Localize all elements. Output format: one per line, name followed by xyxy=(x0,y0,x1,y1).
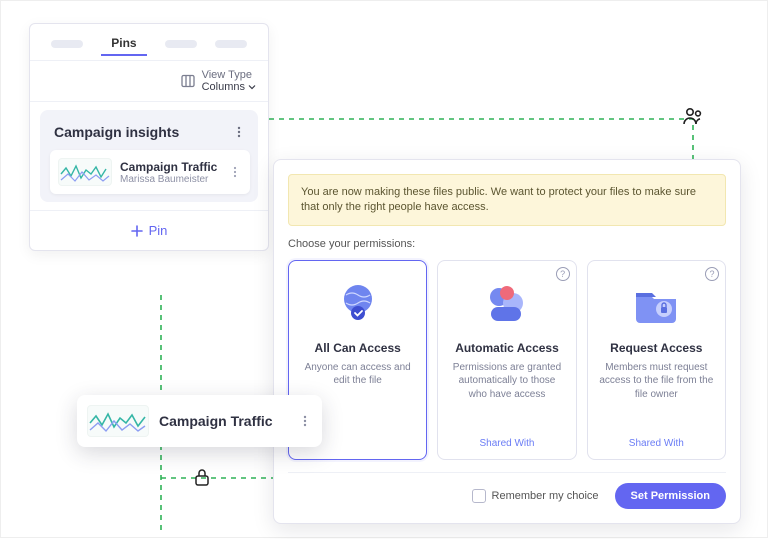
sparkline-thumbnail xyxy=(58,158,112,186)
checkbox[interactable] xyxy=(472,489,486,503)
perm-option-automatic-access[interactable]: ? Automatic Access Permissions are grant… xyxy=(437,260,576,460)
public-warning-banner: You are now making these files public. W… xyxy=(288,174,726,226)
people-icon xyxy=(681,104,705,128)
traffic-card[interactable]: Campaign Traffic Marissa Baumeister xyxy=(50,150,250,194)
more-icon[interactable] xyxy=(228,165,242,179)
more-icon[interactable] xyxy=(298,414,312,428)
perm-option-request-access[interactable]: ? Request Access Members must request ac… xyxy=(587,260,726,460)
team-icon xyxy=(477,277,537,329)
tab-placeholder[interactable] xyxy=(51,40,83,48)
sparkline-thumbnail xyxy=(87,405,149,437)
perm-title: Automatic Access xyxy=(455,341,559,355)
help-icon[interactable]: ? xyxy=(556,267,570,281)
chevron-down-icon xyxy=(248,83,256,91)
tab-pins[interactable]: Pins xyxy=(101,32,146,56)
pins-panel: Pins View Type Columns Campaign insights xyxy=(29,23,269,251)
locked-folder-icon xyxy=(626,277,686,329)
insights-card: Campaign insights Campaign Traffic Maris… xyxy=(40,110,258,202)
more-icon[interactable] xyxy=(232,125,246,139)
tab-placeholder[interactable] xyxy=(165,40,197,48)
set-permission-button[interactable]: Set Permission xyxy=(615,483,726,509)
traffic-author: Marissa Baumeister xyxy=(120,174,220,185)
view-type-selector[interactable]: View Type Columns xyxy=(30,61,268,102)
view-type-value: Columns xyxy=(202,81,245,93)
shared-with-link[interactable]: Shared With xyxy=(479,438,534,449)
view-type-title: View Type xyxy=(202,69,252,81)
traffic-title: Campaign Traffic xyxy=(120,160,220,174)
pin-button[interactable]: Pin xyxy=(30,210,268,250)
dragged-traffic-card[interactable]: Campaign Traffic xyxy=(77,395,322,447)
perm-desc: Members must request access to the file … xyxy=(596,361,717,428)
insights-title: Campaign insights xyxy=(54,124,179,140)
tab-placeholder[interactable] xyxy=(215,40,247,48)
perm-title: All Can Access xyxy=(315,341,401,355)
help-icon[interactable]: ? xyxy=(705,267,719,281)
shared-with-link[interactable]: Shared With xyxy=(629,438,684,449)
lock-icon xyxy=(192,467,212,487)
tabs-row: Pins xyxy=(30,24,268,61)
columns-icon xyxy=(180,73,196,89)
perm-desc: Permissions are granted automatically to… xyxy=(446,361,567,428)
traffic-title: Campaign Traffic xyxy=(159,413,288,429)
choose-permissions-label: Choose your permissions: xyxy=(288,238,726,250)
permissions-modal: You are now making these files public. W… xyxy=(273,159,741,524)
plus-icon xyxy=(131,225,143,237)
perm-title: Request Access xyxy=(610,341,702,355)
remember-choice[interactable]: Remember my choice xyxy=(472,489,599,503)
globe-icon xyxy=(328,277,388,329)
